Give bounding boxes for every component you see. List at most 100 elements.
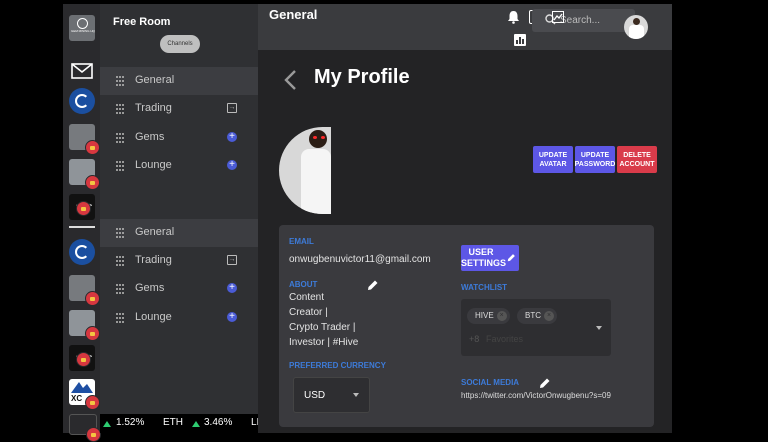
about-label: ABOUT [289, 280, 318, 289]
server-logo-icon[interactable]: GEM MINING HQ [69, 15, 95, 41]
currency-select[interactable]: USD [293, 377, 370, 413]
drag-grid-icon [116, 313, 124, 323]
add-icon[interactable]: + [227, 283, 237, 293]
exit-icon[interactable]: → [227, 255, 237, 265]
watchlist-chip: BTC × [517, 308, 557, 324]
channel-label: Trading [135, 102, 172, 114]
chevron-down-icon [596, 326, 602, 330]
drag-grid-icon [116, 76, 124, 86]
about-line: Content [289, 292, 325, 303]
edit-pencil-icon[interactable] [367, 279, 379, 291]
server-avatar-icon[interactable] [69, 124, 100, 155]
update-password-button[interactable]: UPDATE PASSWORD [575, 146, 615, 173]
server-avatar-icon[interactable] [69, 275, 100, 306]
watchlist-chip: HIVE × [467, 308, 510, 324]
edit-pencil-icon[interactable] [539, 377, 551, 389]
bell-icon[interactable] [507, 10, 520, 24]
channel-item-gems[interactable]: Gems + [100, 275, 258, 303]
lock-icon [76, 352, 91, 367]
update-avatar-button[interactable]: UPDATE AVATAR [533, 146, 573, 173]
ticker-change: 1.52% [116, 417, 145, 428]
channel-label: Lounge [135, 159, 172, 171]
watchlist-input[interactable]: Favorites [486, 334, 523, 344]
add-icon[interactable]: + [227, 132, 237, 142]
drag-grid-icon [116, 104, 124, 114]
edit-pencil-icon [507, 254, 515, 262]
about-line: Investor | #Hive [289, 337, 359, 348]
xc-logo-icon[interactable]: XC [69, 379, 100, 410]
stats-icon[interactable] [514, 34, 526, 46]
channel-label: Lounge [135, 311, 172, 323]
ticker-symbol: ETH [163, 417, 183, 428]
up-arrow-icon [192, 421, 200, 427]
lock-icon [85, 140, 100, 155]
lock-icon [85, 326, 100, 341]
social-media-label: SOCIAL MEDIA [461, 378, 520, 387]
drag-grid-icon [116, 228, 124, 238]
code-icon[interactable]: </> [69, 345, 95, 371]
top-header: General $ Search... [258, 4, 672, 50]
page-title: My Profile [314, 66, 410, 88]
drag-grid-icon [116, 284, 124, 294]
lock-icon [76, 201, 91, 216]
cd-logo-icon[interactable] [69, 88, 95, 114]
server-avatar-icon[interactable] [69, 159, 100, 190]
ticker-change: 3.46% [204, 417, 233, 428]
lock-icon [86, 427, 101, 442]
server-rail: GEM MINING HQ </> </> XC [63, 4, 101, 442]
chevron-down-icon [353, 393, 359, 397]
channel-label: Trading [135, 254, 172, 266]
watchlist-label: WATCHLIST [461, 283, 508, 292]
channel-item-trading[interactable]: Trading → [100, 247, 258, 275]
exit-icon[interactable]: → [227, 103, 237, 113]
rail-divider [69, 226, 95, 228]
about-line: Crypto Trader | [289, 322, 356, 333]
add-icon[interactable]: + [227, 312, 237, 322]
channel-item-general[interactable]: General [100, 67, 258, 95]
channel-label: General [135, 74, 175, 86]
add-icon[interactable]: + [227, 160, 237, 170]
code-icon[interactable]: </> [69, 194, 95, 220]
remove-chip-icon[interactable]: × [496, 311, 507, 321]
back-arrow-icon[interactable] [283, 69, 297, 91]
drag-grid-icon [116, 161, 124, 171]
channel-label: General [135, 226, 175, 238]
channel-item-trading[interactable]: Trading → [100, 95, 258, 123]
search-input[interactable]: Search... [560, 15, 600, 26]
currency-label: PREFERRED CURRENCY [289, 361, 386, 370]
cd-logo-icon[interactable] [69, 239, 95, 265]
remove-chip-icon[interactable]: × [544, 311, 554, 321]
channel-label: Gems [135, 131, 165, 143]
lock-icon [85, 175, 100, 190]
channel-item-general[interactable]: General [100, 219, 258, 247]
server-avatar-icon[interactable] [69, 310, 100, 341]
email-label: EMAIL [289, 237, 314, 246]
chart-server-icon[interactable] [69, 414, 101, 442]
currency-value: USD [304, 390, 326, 401]
channel-label: Gems [135, 282, 165, 294]
user-avatar[interactable] [624, 15, 648, 39]
up-arrow-icon [103, 421, 111, 427]
channel-title: General [269, 7, 318, 22]
channel-item-lounge[interactable]: Lounge + [100, 152, 258, 180]
channels-button[interactable]: Channels [160, 35, 200, 53]
user-settings-button[interactable]: USER SETTINGS [461, 245, 519, 271]
channel-item-gems[interactable]: Gems + [100, 124, 258, 152]
room-name: Free Room [113, 16, 171, 28]
delete-account-button[interactable]: DELETE ACCOUNT [617, 146, 657, 173]
mail-icon[interactable] [69, 58, 95, 84]
chart-icon[interactable] [552, 11, 564, 23]
watchlist-select[interactable]: HIVE × BTC × +8 Favorites [461, 299, 611, 356]
social-media-link[interactable]: https://twitter.com/VictorOnwugbenu?s=09 [461, 390, 611, 402]
drag-grid-icon [116, 133, 124, 143]
channel-item-lounge[interactable]: Lounge + [100, 304, 258, 332]
drag-grid-icon [116, 256, 124, 266]
lock-icon [85, 291, 100, 306]
lock-icon [85, 395, 100, 410]
email-value: onwugbenuvictor11@gmail.com [289, 254, 431, 265]
price-ticker: 1.52% ETH 3.46% LI [100, 414, 259, 433]
search-box[interactable]: Search... [532, 9, 635, 32]
about-line: Creator | [289, 307, 328, 318]
channel-panel: Free Room Channels General Trading → Gem… [100, 4, 258, 433]
watchlist-more: +8 [469, 334, 480, 344]
